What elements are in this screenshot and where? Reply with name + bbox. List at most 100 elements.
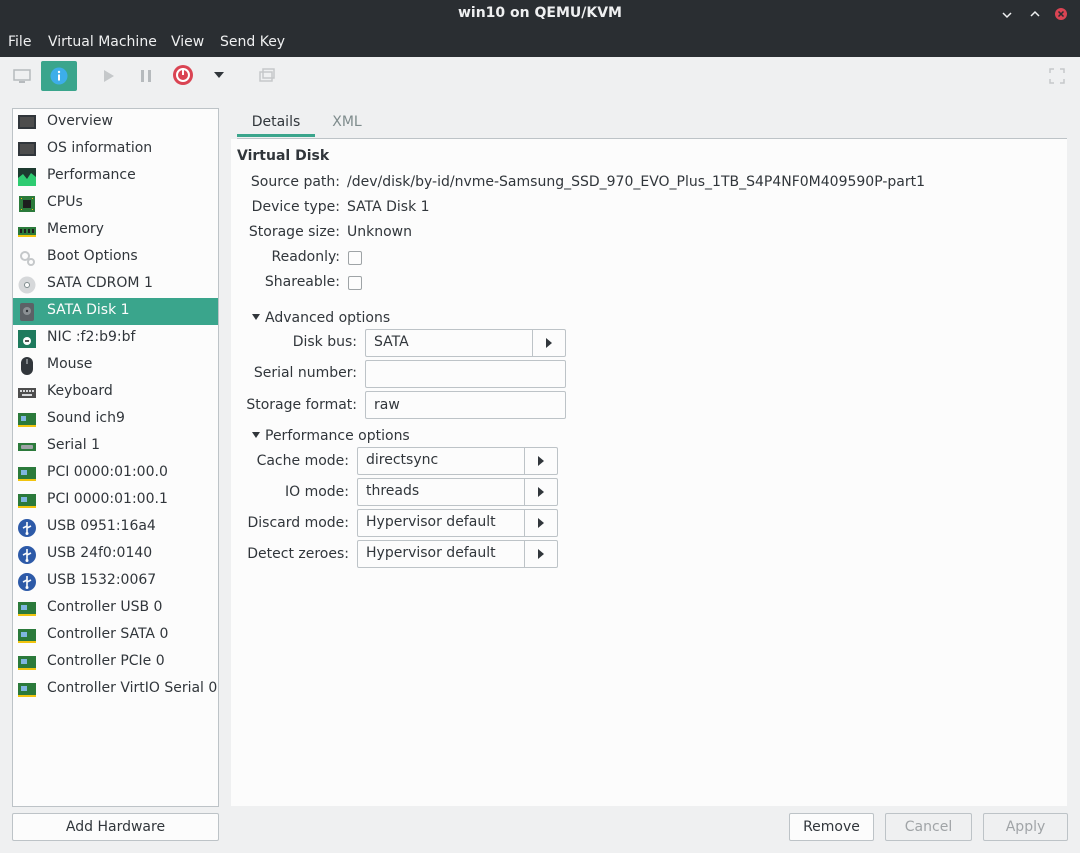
readonly-checkbox[interactable] [348, 251, 362, 265]
chevron-right-icon [524, 541, 557, 567]
sidebar-item-pci-0[interactable]: PCI 0000:01:00.0 [13, 460, 218, 487]
section-title: Virtual Disk [237, 148, 330, 164]
io-mode-combo[interactable]: threads [357, 478, 558, 506]
sidebar-item-label: SATA CDROM 1 [47, 275, 153, 291]
usb-icon [18, 519, 36, 537]
sidebar-item-label: USB 1532:0067 [47, 572, 157, 588]
sidebar-item-sata-disk-1[interactable]: SATA Disk 1 [13, 298, 218, 325]
source-path-label: Source path: [250, 174, 340, 190]
pci-card-icon [18, 467, 36, 481]
hard-disk-icon [20, 303, 34, 321]
power-icon[interactable] [172, 64, 194, 86]
pci-card-icon [18, 494, 36, 508]
storage-size-value: Unknown [347, 224, 412, 240]
menu-send-key[interactable]: Send Key [220, 34, 285, 50]
remove-button[interactable]: Remove [789, 813, 874, 841]
sidebar-item-nic[interactable]: NIC :f2:b9:bf [13, 325, 218, 352]
serial-number-field[interactable] [365, 360, 566, 388]
fullscreen-icon[interactable] [1049, 68, 1065, 84]
tab-xml[interactable]: XML [317, 108, 377, 137]
menu-bar: File Virtual Machine View Send Key [0, 28, 1080, 57]
discard-mode-label: Discard mode: [247, 515, 349, 531]
sidebar-item-memory[interactable]: Memory [13, 217, 218, 244]
disk-bus-value: SATA [374, 334, 409, 350]
sidebar-item-os-information[interactable]: OS information [13, 136, 218, 163]
sidebar-item-usb-1532-0067[interactable]: USB 1532:0067 [13, 568, 218, 595]
sidebar-item-sound-ich9[interactable]: Sound ich9 [13, 406, 218, 433]
sidebar-item-cpus[interactable]: CPUs [13, 190, 218, 217]
sidebar-item-sata-cdrom-1[interactable]: SATA CDROM 1 [13, 271, 218, 298]
sidebar-item-serial-1[interactable]: Serial 1 [13, 433, 218, 460]
sidebar-item-pci-1[interactable]: PCI 0000:01:00.1 [13, 487, 218, 514]
sidebar-item-usb-0951-16a4[interactable]: USB 0951:16a4 [13, 514, 218, 541]
tab-details[interactable]: Details [237, 108, 315, 137]
pause-icon[interactable] [138, 67, 154, 85]
window-title: win10 on QEMU/KVM [457, 5, 622, 21]
sidebar-item-controller-sata-0[interactable]: Controller SATA 0 [13, 622, 218, 649]
console-icon[interactable] [13, 67, 31, 85]
pci-card-icon [18, 602, 36, 616]
apply-button[interactable]: Apply [983, 813, 1068, 841]
sidebar-item-boot-options[interactable]: Boot Options [13, 244, 218, 271]
performance-graph-icon [18, 168, 36, 186]
menu-virtual-machine[interactable]: Virtual Machine [48, 34, 157, 50]
sidebar-item-label: CPUs [47, 194, 83, 210]
details-toggle-button[interactable] [41, 61, 77, 91]
serial-number-input[interactable] [366, 361, 565, 387]
disk-bus-label: Disk bus: [292, 334, 357, 350]
detect-zeroes-combo[interactable]: Hypervisor default [357, 540, 558, 568]
performance-options-expander[interactable]: Performance options [252, 428, 410, 444]
menu-view[interactable]: View [171, 34, 204, 50]
mouse-icon [21, 357, 33, 375]
sidebar-item-label: Mouse [47, 356, 93, 372]
gears-icon [20, 251, 35, 266]
sidebar-item-performance[interactable]: Performance [13, 163, 218, 190]
cpu-chip-icon [19, 196, 35, 212]
menu-file[interactable]: File [8, 34, 31, 50]
sidebar-item-label: Controller PCIe 0 [47, 653, 165, 669]
chevron-right-icon [532, 330, 565, 356]
storage-size-label: Storage size: [248, 224, 340, 240]
run-icon[interactable] [101, 67, 117, 85]
sidebar-item-label: Serial 1 [47, 437, 100, 453]
pci-card-icon [18, 629, 36, 643]
disk-bus-combo[interactable]: SATA [365, 329, 566, 357]
sidebar-item-label: PCI 0000:01:00.1 [47, 491, 168, 507]
cancel-button[interactable]: Cancel [885, 813, 972, 841]
cache-mode-combo[interactable]: directsync [357, 447, 558, 475]
chevron-down-icon[interactable] [213, 71, 225, 79]
device-type-label: Device type: [251, 199, 340, 215]
sidebar-item-keyboard[interactable]: Keyboard [13, 379, 218, 406]
sidebar-item-overview[interactable]: Overview [13, 109, 218, 136]
hardware-list: Overview OS information Performance CPUs… [12, 108, 219, 807]
sidebar-item-controller-pcie-0[interactable]: Controller PCIe 0 [13, 649, 218, 676]
monitor-icon [18, 115, 36, 129]
maximize-icon[interactable] [1029, 8, 1041, 20]
sidebar-item-controller-virtio-serial-0[interactable]: Controller VirtIO Serial 0 [13, 676, 218, 703]
snapshots-icon[interactable] [258, 67, 276, 85]
sidebar-item-controller-usb-0[interactable]: Controller USB 0 [13, 595, 218, 622]
io-mode-label: IO mode: [284, 484, 349, 500]
device-type-value: SATA Disk 1 [347, 199, 430, 215]
usb-icon [18, 546, 36, 564]
add-hardware-button[interactable]: Add Hardware [12, 813, 219, 841]
advanced-options-expander[interactable]: Advanced options [252, 310, 390, 326]
discard-mode-combo[interactable]: Hypervisor default [357, 509, 558, 537]
sidebar-item-label: SATA Disk 1 [47, 302, 130, 318]
detect-zeroes-value: Hypervisor default [366, 545, 496, 561]
shareable-checkbox[interactable] [348, 276, 362, 290]
pci-card-icon [18, 656, 36, 670]
discard-mode-value: Hypervisor default [366, 514, 496, 530]
sidebar-item-label: OS information [47, 140, 153, 156]
sidebar-item-mouse[interactable]: Mouse [13, 352, 218, 379]
storage-format-input[interactable] [366, 392, 565, 418]
memory-stick-icon [18, 227, 36, 237]
sidebar-item-label: Controller USB 0 [47, 599, 163, 615]
minimize-icon[interactable] [1001, 8, 1013, 20]
sidebar-item-label: Sound ich9 [47, 410, 125, 426]
sidebar-item-label: PCI 0000:01:00.0 [47, 464, 168, 480]
close-icon[interactable] [1055, 8, 1067, 20]
sidebar-item-usb-24f0-0140[interactable]: USB 24f0:0140 [13, 541, 218, 568]
sidebar-item-label: Overview [47, 113, 113, 129]
storage-format-field[interactable] [365, 391, 566, 419]
